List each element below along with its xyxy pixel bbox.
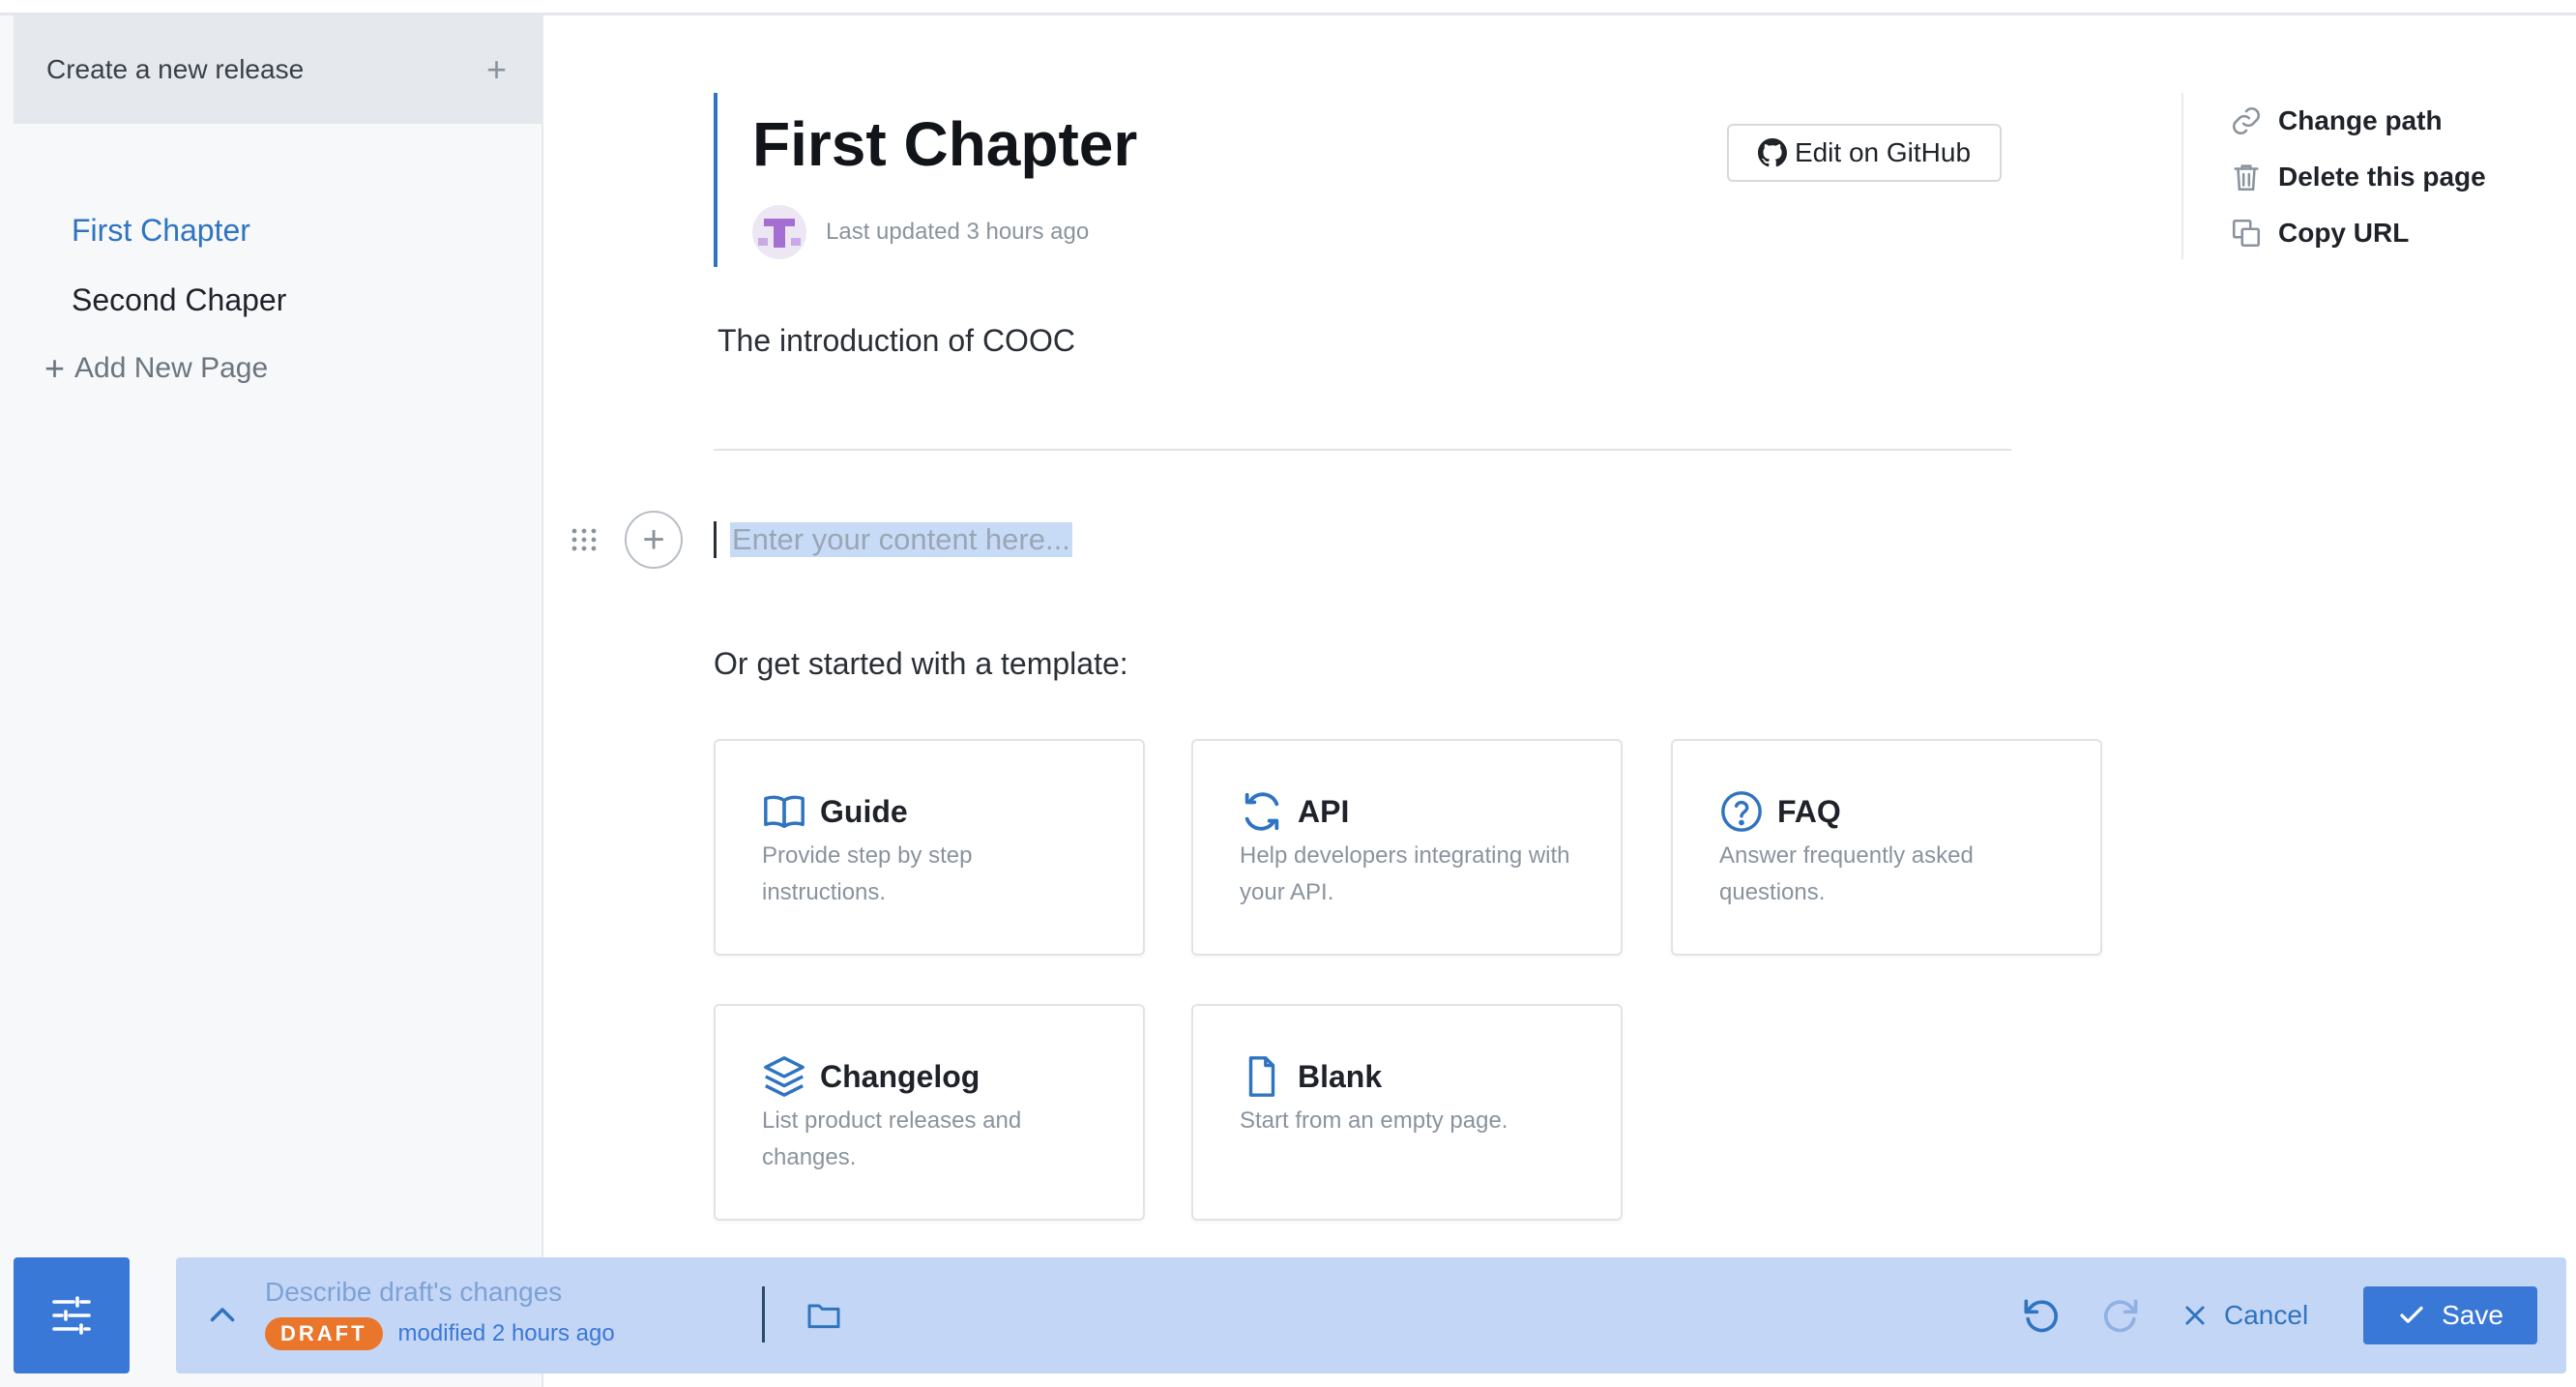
template-card-changelog[interactable]: Changelog List product releases and chang… — [714, 1004, 1145, 1221]
page-actions: Change path Delete this page Copy URL — [2181, 93, 2486, 259]
edit-on-github-button[interactable]: Edit on GitHub — [1727, 124, 2002, 182]
copy-url-button[interactable]: Copy URL — [2230, 205, 2486, 261]
edit-on-github-label: Edit on GitHub — [1794, 137, 1972, 167]
layers-icon — [764, 1056, 805, 1097]
template-card-faq[interactable]: FAQ Answer frequently asked questions. — [1671, 739, 2102, 956]
undo-icon[interactable] — [2019, 1294, 2062, 1337]
chevron-up-icon[interactable] — [203, 1298, 242, 1333]
text-caret — [714, 521, 717, 558]
save-button[interactable]: Save — [2363, 1286, 2537, 1344]
card-title: API — [1298, 793, 1350, 829]
card-description: Help developers integrating with your API… — [1240, 842, 1570, 905]
cancel-label: Cancel — [2224, 1300, 2309, 1330]
question-circle-icon — [1721, 791, 1762, 832]
card-description: Answer frequently asked questions. — [1719, 842, 1974, 905]
plus-icon: + — [44, 348, 66, 388]
create-release-label: Create a new release — [46, 54, 305, 84]
card-description: Provide step by step instructions. — [762, 842, 973, 905]
delete-page-button[interactable]: Delete this page — [2230, 149, 2486, 205]
card-title: FAQ — [1777, 793, 1841, 829]
link-icon — [2232, 106, 2261, 135]
card-title: Changelog — [820, 1058, 981, 1094]
trash-icon — [2234, 164, 2259, 192]
check-icon — [2400, 1306, 2423, 1323]
cancel-button[interactable]: Cancel — [2181, 1292, 2308, 1339]
last-updated-text: Last updated 3 hours ago — [826, 219, 1090, 245]
redo-icon[interactable] — [2100, 1294, 2143, 1337]
save-label: Save — [2442, 1300, 2503, 1330]
copy-url-label: Copy URL — [2278, 218, 2410, 248]
book-icon — [764, 795, 805, 829]
folder-icon[interactable] — [805, 1296, 843, 1335]
draft-status: DRAFT modified 2 hours ago — [265, 1317, 615, 1350]
template-card-blank[interactable]: Blank Start from an empty page. — [1191, 1004, 1623, 1221]
change-path-label: Change path — [2278, 105, 2443, 135]
page-header: First Chapter Last updated 3 hours ago — [714, 93, 1137, 267]
close-icon — [2185, 1306, 2205, 1325]
card-title: Blank — [1298, 1058, 1383, 1094]
add-new-page-label: Add New Page — [74, 352, 269, 384]
plus-icon: + — [642, 517, 665, 561]
sidebar-item-first-chapter[interactable]: First Chapter — [72, 195, 286, 265]
sidebar-item-second-chaper[interactable]: Second Chaper — [72, 265, 286, 335]
card-description: List product releases and changes. — [762, 1107, 1022, 1170]
page-list: First Chapter Second Chaper — [72, 195, 286, 335]
card-title: Guide — [820, 793, 908, 829]
add-new-page-button[interactable]: + Add New Page — [44, 348, 268, 389]
file-icon — [1248, 1056, 1275, 1097]
sync-icon — [1244, 792, 1279, 831]
template-card-guide[interactable]: Guide Provide step by step instructions. — [714, 739, 1145, 956]
page-intro[interactable]: The introduction of COOC — [717, 323, 1075, 359]
copy-icon — [2232, 219, 2261, 248]
delete-page-label: Delete this page — [2278, 162, 2486, 192]
create-release-button[interactable]: Create a new release + — [14, 15, 542, 124]
top-border — [0, 0, 2576, 15]
content-editor[interactable]: Enter your content here... — [714, 520, 1072, 559]
add-block-button[interactable]: + — [625, 511, 683, 569]
page-title: First Chapter — [752, 109, 1138, 179]
sidebar: Create a new release + First Chapter Sec… — [0, 15, 543, 1387]
draft-bar: Describe draft's changes DRAFT modified … — [176, 1257, 2566, 1373]
page-meta: Last updated 3 hours ago — [752, 205, 1137, 259]
drag-handle-icon[interactable] — [571, 528, 598, 551]
settings-button[interactable] — [14, 1257, 130, 1373]
template-card-api[interactable]: API Help developers integrating with your… — [1191, 739, 1623, 956]
draft-badge: DRAFT — [265, 1317, 383, 1350]
sliders-icon — [52, 1296, 91, 1335]
divider — [762, 1286, 765, 1343]
card-description: Start from an empty page. — [1240, 1107, 1508, 1134]
template-heading: Or get started with a template: — [714, 646, 1128, 681]
github-icon — [1757, 138, 1787, 167]
describe-changes-input[interactable]: Describe draft's changes — [265, 1277, 562, 1308]
change-path-button[interactable]: Change path — [2230, 93, 2486, 149]
content-placeholder: Enter your content here... — [730, 522, 1072, 557]
modified-text: modified 2 hours ago — [397, 1320, 615, 1346]
divider — [714, 449, 2011, 451]
avatar — [752, 205, 806, 259]
plus-icon: + — [485, 49, 507, 89]
